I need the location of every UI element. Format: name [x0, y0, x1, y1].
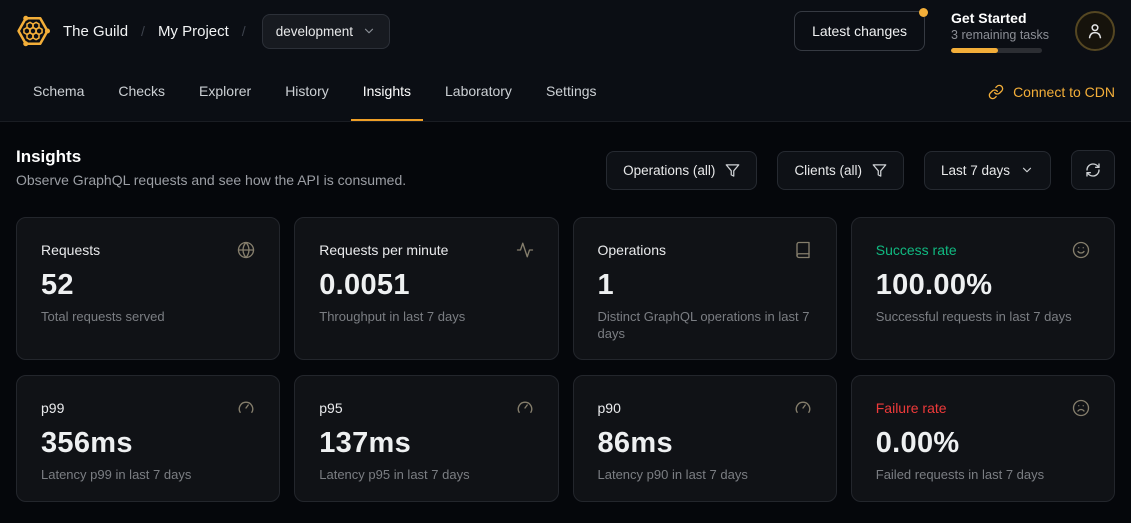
stats-grid: Requests 52 Total requests served Reques… [16, 217, 1115, 502]
section-head: Insights Observe GraphQL requests and se… [16, 147, 1115, 190]
get-started-title: Get Started [951, 10, 1049, 26]
card-description: Distinct GraphQL operations in last 7 da… [598, 309, 812, 343]
tab-checks[interactable]: Checks [106, 62, 177, 121]
tab-explorer[interactable]: Explorer [187, 62, 263, 121]
avatar[interactable] [1075, 11, 1115, 51]
tab-schema[interactable]: Schema [21, 62, 96, 121]
app-chrome: The Guild / My Project / development Lat… [0, 0, 1131, 122]
card-value: 1 [598, 269, 812, 302]
card-description: Latency p99 in last 7 days [41, 467, 255, 484]
card-value: 0.0051 [319, 269, 533, 302]
user-icon [1085, 21, 1105, 41]
date-range-select[interactable]: Last 7 days [924, 151, 1051, 190]
card-title: Operations [598, 242, 666, 258]
breadcrumb: The Guild / My Project / development [16, 14, 390, 49]
filters-toolbar: Operations (all) Clients (all) Last 7 da… [606, 150, 1115, 190]
date-range-value: Last 7 days [941, 163, 1010, 178]
card-value: 0.00% [876, 427, 1090, 460]
clients-filter-button[interactable]: Clients (all) [777, 151, 904, 190]
card-value: 52 [41, 269, 255, 302]
top-header: The Guild / My Project / development Lat… [0, 0, 1131, 62]
stat-card-requests: Requests 52 Total requests served [16, 217, 280, 360]
card-title: p99 [41, 400, 64, 416]
card-title: p90 [598, 400, 621, 416]
notification-dot [919, 8, 928, 17]
breadcrumb-separator: / [141, 23, 145, 39]
connect-to-cdn-label: Connect to CDN [1013, 84, 1115, 100]
page-subtitle: Observe GraphQL requests and see how the… [16, 172, 406, 188]
get-started-progress [951, 48, 1042, 53]
card-title: Requests per minute [319, 242, 448, 258]
card-title: p95 [319, 400, 342, 416]
chevron-down-icon [362, 24, 376, 38]
filter-icon [725, 163, 740, 178]
gauge-icon [794, 399, 812, 417]
operations-filter-button[interactable]: Operations (all) [606, 151, 757, 190]
chevron-down-icon [1020, 163, 1034, 177]
card-value: 356ms [41, 427, 255, 460]
target-selector-value: development [276, 24, 353, 39]
book-icon [794, 241, 812, 259]
hive-logo-icon [16, 14, 50, 48]
topbar-right: Latest changes Get Started 3 remaining t… [794, 10, 1115, 53]
gauge-icon [516, 399, 534, 417]
clients-filter-label: Clients (all) [794, 163, 862, 178]
link-icon [988, 84, 1004, 100]
card-description: Total requests served [41, 309, 255, 326]
page-heading: Insights Observe GraphQL requests and se… [16, 147, 406, 188]
card-value: 137ms [319, 427, 533, 460]
globe-icon [237, 241, 255, 259]
activity-icon [516, 241, 534, 259]
latest-changes-label: Latest changes [812, 23, 907, 39]
card-description: Successful requests in last 7 days [876, 309, 1090, 326]
card-title: Failure rate [876, 400, 947, 416]
breadcrumb-separator: / [242, 23, 246, 39]
page-title: Insights [16, 147, 406, 167]
card-description: Latency p95 in last 7 days [319, 467, 533, 484]
card-description: Failed requests in last 7 days [876, 467, 1090, 484]
refresh-button[interactable] [1071, 150, 1115, 190]
nav-tabs: Schema Checks Explorer History Insights … [16, 62, 614, 121]
card-value: 100.00% [876, 269, 1090, 302]
project-nav: Schema Checks Explorer History Insights … [0, 62, 1131, 122]
gauge-icon [237, 399, 255, 417]
filter-icon [872, 163, 887, 178]
card-description: Throughput in last 7 days [319, 309, 533, 326]
stat-card-p90: p90 86ms Latency p90 in last 7 days [573, 375, 837, 502]
stat-card-failure-rate: Failure rate 0.00% Failed requests in la… [851, 375, 1115, 502]
connect-to-cdn-link[interactable]: Connect to CDN [988, 62, 1115, 121]
stat-card-p99: p99 356ms Latency p99 in last 7 days [16, 375, 280, 502]
get-started-progress-fill [951, 48, 998, 53]
tab-history[interactable]: History [273, 62, 341, 121]
target-selector[interactable]: development [262, 14, 390, 49]
get-started-widget[interactable]: Get Started 3 remaining tasks [951, 10, 1049, 53]
insights-page: Insights Observe GraphQL requests and se… [0, 122, 1131, 502]
smile-icon [1072, 241, 1090, 259]
get-started-subtitle: 3 remaining tasks [951, 28, 1049, 42]
stat-card-requests-per-minute: Requests per minute 0.0051 Throughput in… [294, 217, 558, 360]
project-link[interactable]: My Project [158, 23, 229, 40]
latest-changes-button[interactable]: Latest changes [794, 11, 925, 51]
card-description: Latency p90 in last 7 days [598, 467, 812, 484]
card-value: 86ms [598, 427, 812, 460]
card-title: Success rate [876, 242, 957, 258]
refresh-icon [1085, 162, 1101, 178]
stat-card-operations: Operations 1 Distinct GraphQL operations… [573, 217, 837, 360]
tab-laboratory[interactable]: Laboratory [433, 62, 524, 121]
operations-filter-label: Operations (all) [623, 163, 715, 178]
stat-card-success-rate: Success rate 100.00% Successful requests… [851, 217, 1115, 360]
card-title: Requests [41, 242, 100, 258]
tab-settings[interactable]: Settings [534, 62, 609, 121]
tab-insights[interactable]: Insights [351, 62, 423, 121]
frown-icon [1072, 399, 1090, 417]
hive-logo[interactable] [16, 14, 50, 48]
org-link[interactable]: The Guild [63, 23, 128, 40]
stat-card-p95: p95 137ms Latency p95 in last 7 days [294, 375, 558, 502]
